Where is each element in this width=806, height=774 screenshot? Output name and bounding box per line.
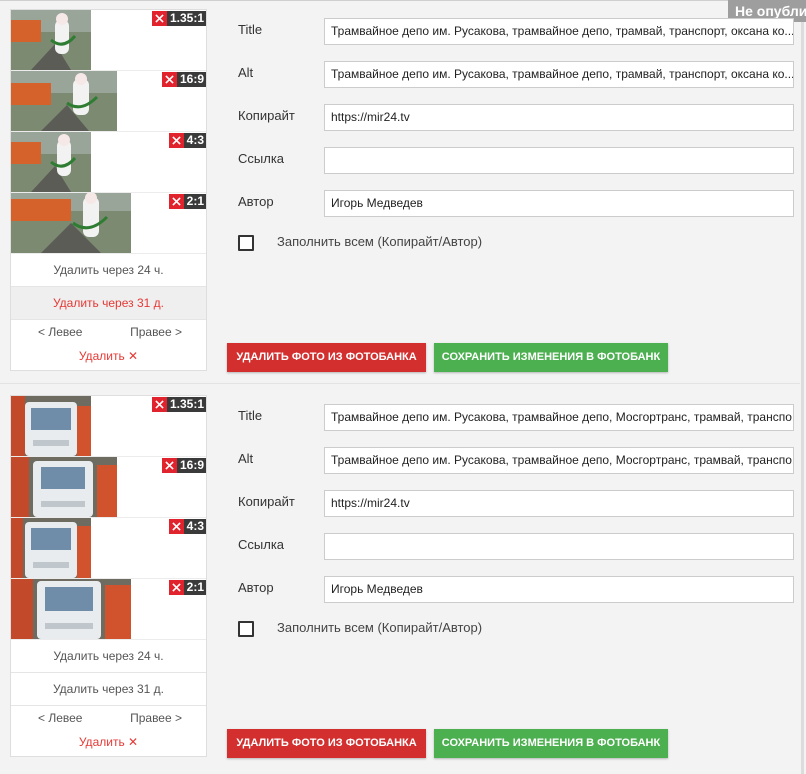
alt-row: Alt Трамвайное депо им. Русакова, трамва… [238,447,798,474]
crop-image [11,71,117,131]
crop-preview[interactable]: 1.35:1 [11,396,206,457]
author-input[interactable]: Игорь Медведев [324,576,794,603]
copyright-input[interactable]: https://mir24.tv [324,490,794,517]
alt-row: Alt Трамвайное депо им. Русакова, трамва… [238,61,798,88]
remove-link[interactable]: Удалить ✕ [11,346,206,366]
crop-ratio-tag: 16:9 [161,72,206,87]
crop-ratio-tag: 4:3 [168,519,206,534]
fill-all-label: Заполнить всем (Копирайт/Автор) [277,620,483,635]
close-icon[interactable] [168,580,184,595]
alt-input[interactable]: Трамвайное депо им. Русакова, трамвайное… [324,447,794,474]
delete-after-24h[interactable]: Удалить через 24 ч. [11,254,206,287]
crop-image [11,457,117,517]
author-label: Автор [238,580,274,595]
crop-preview[interactable]: 1.35:1 [11,10,206,71]
copyright-row: Копирайт https://mir24.tv [238,490,798,517]
title-label: Title [238,22,263,37]
move-right-link[interactable]: Правее > [130,708,182,728]
crop-image [11,518,91,578]
save-changes-button[interactable]: СОХРАНИТЬ ИЗМЕНЕНИЯ В ФОТОБАНК [434,729,668,758]
crop-preview[interactable]: 16:9 [11,71,206,132]
move-nav: < Левее Правее > [11,708,206,728]
copyright-input[interactable]: https://mir24.tv [324,104,794,131]
link-row: Ссылка [238,533,798,560]
crop-image [11,132,91,192]
crop-ratio-tag: 16:9 [161,458,206,473]
photo-entry: 1.35:1 16:9 4:3 2:1 Удалить через 24 ч. … [0,1,800,382]
move-nav: < Левее Правее > [11,322,206,342]
crop-preview[interactable]: 4:3 [11,132,206,193]
crop-thumbnails: 1.35:1 16:9 4:3 2:1 Удалить через 24 ч. … [10,9,207,371]
close-icon[interactable] [151,11,167,26]
link-input[interactable] [324,147,794,174]
photo-entry: 1.35:1 16:9 4:3 2:1 Удалить через 24 ч. … [0,387,800,768]
move-left-link[interactable]: < Левее [38,708,82,728]
close-icon[interactable] [161,72,177,87]
move-right-link[interactable]: Правее > [130,322,182,342]
link-row: Ссылка [238,147,798,174]
fill-all-checkbox[interactable] [238,235,254,251]
close-icon[interactable] [168,133,184,148]
copyright-row: Копирайт https://mir24.tv [238,104,798,131]
remove-label: Удалить [78,735,125,749]
delete-photo-button[interactable]: УДАЛИТЬ ФОТО ИЗ ФОТОБАНКА [227,343,426,372]
close-icon[interactable] [168,194,184,209]
fill-all-checkbox[interactable] [238,621,254,637]
delete-after-31d[interactable]: Удалить через 31 д. [11,673,206,706]
fill-all-label: Заполнить всем (Копирайт/Автор) [277,234,483,249]
close-icon: ✕ [128,735,139,749]
link-label: Ссылка [238,151,285,166]
save-changes-button[interactable]: СОХРАНИТЬ ИЗМЕНЕНИЯ В ФОТОБАНК [434,343,668,372]
remove-link[interactable]: Удалить ✕ [11,732,206,752]
crop-preview[interactable]: 4:3 [11,518,206,579]
crop-preview[interactable]: 16:9 [11,457,206,518]
crop-preview[interactable]: 2:1 [11,193,206,254]
crop-ratio-tag: 1.35:1 [151,397,206,412]
link-input[interactable] [324,533,794,560]
copyright-label: Копирайт [238,494,295,509]
crop-ratio-tag: 2:1 [168,194,206,209]
alt-label: Alt [238,65,254,80]
entry-divider [0,383,800,384]
link-label: Ссылка [238,537,285,552]
crop-image [11,10,91,70]
crop-image [11,396,91,456]
author-label: Автор [238,194,274,209]
scroll-rail [801,22,804,774]
delete-photo-button[interactable]: УДАЛИТЬ ФОТО ИЗ ФОТОБАНКА [227,729,426,758]
move-left-link[interactable]: < Левее [38,322,82,342]
alt-label: Alt [238,451,254,466]
close-icon[interactable] [151,397,167,412]
crop-image [11,193,131,253]
remove-label: Удалить [78,349,125,363]
title-input[interactable]: Трамвайное депо им. Русакова, трамвайное… [324,18,794,45]
delete-after-24h[interactable]: Удалить через 24 ч. [11,640,206,673]
title-row: Title Трамвайное депо им. Русакова, трам… [238,18,798,45]
alt-input[interactable]: Трамвайное депо им. Русакова, трамвайное… [324,61,794,88]
crop-ratio-tag: 4:3 [168,133,206,148]
crop-ratio-tag: 2:1 [168,580,206,595]
crop-preview[interactable]: 2:1 [11,579,206,640]
author-input[interactable]: Игорь Медведев [324,190,794,217]
title-row: Title Трамвайное депо им. Русакова, трам… [238,404,798,431]
copyright-label: Копирайт [238,108,295,123]
close-icon: ✕ [128,349,139,363]
delete-after-31d[interactable]: Удалить через 31 д. [11,287,206,320]
crop-thumbnails: 1.35:1 16:9 4:3 2:1 Удалить через 24 ч. … [10,395,207,757]
crop-image [11,579,131,639]
fill-all-row: Заполнить всем (Копирайт/Автор) [238,620,798,638]
author-row: Автор Игорь Медведев [238,190,798,217]
crop-ratio-tag: 1.35:1 [151,11,206,26]
title-label: Title [238,408,263,423]
close-icon[interactable] [168,519,184,534]
fill-all-row: Заполнить всем (Копирайт/Автор) [238,234,798,252]
author-row: Автор Игорь Медведев [238,576,798,603]
close-icon[interactable] [161,458,177,473]
title-input[interactable]: Трамвайное депо им. Русакова, трамвайное… [324,404,794,431]
